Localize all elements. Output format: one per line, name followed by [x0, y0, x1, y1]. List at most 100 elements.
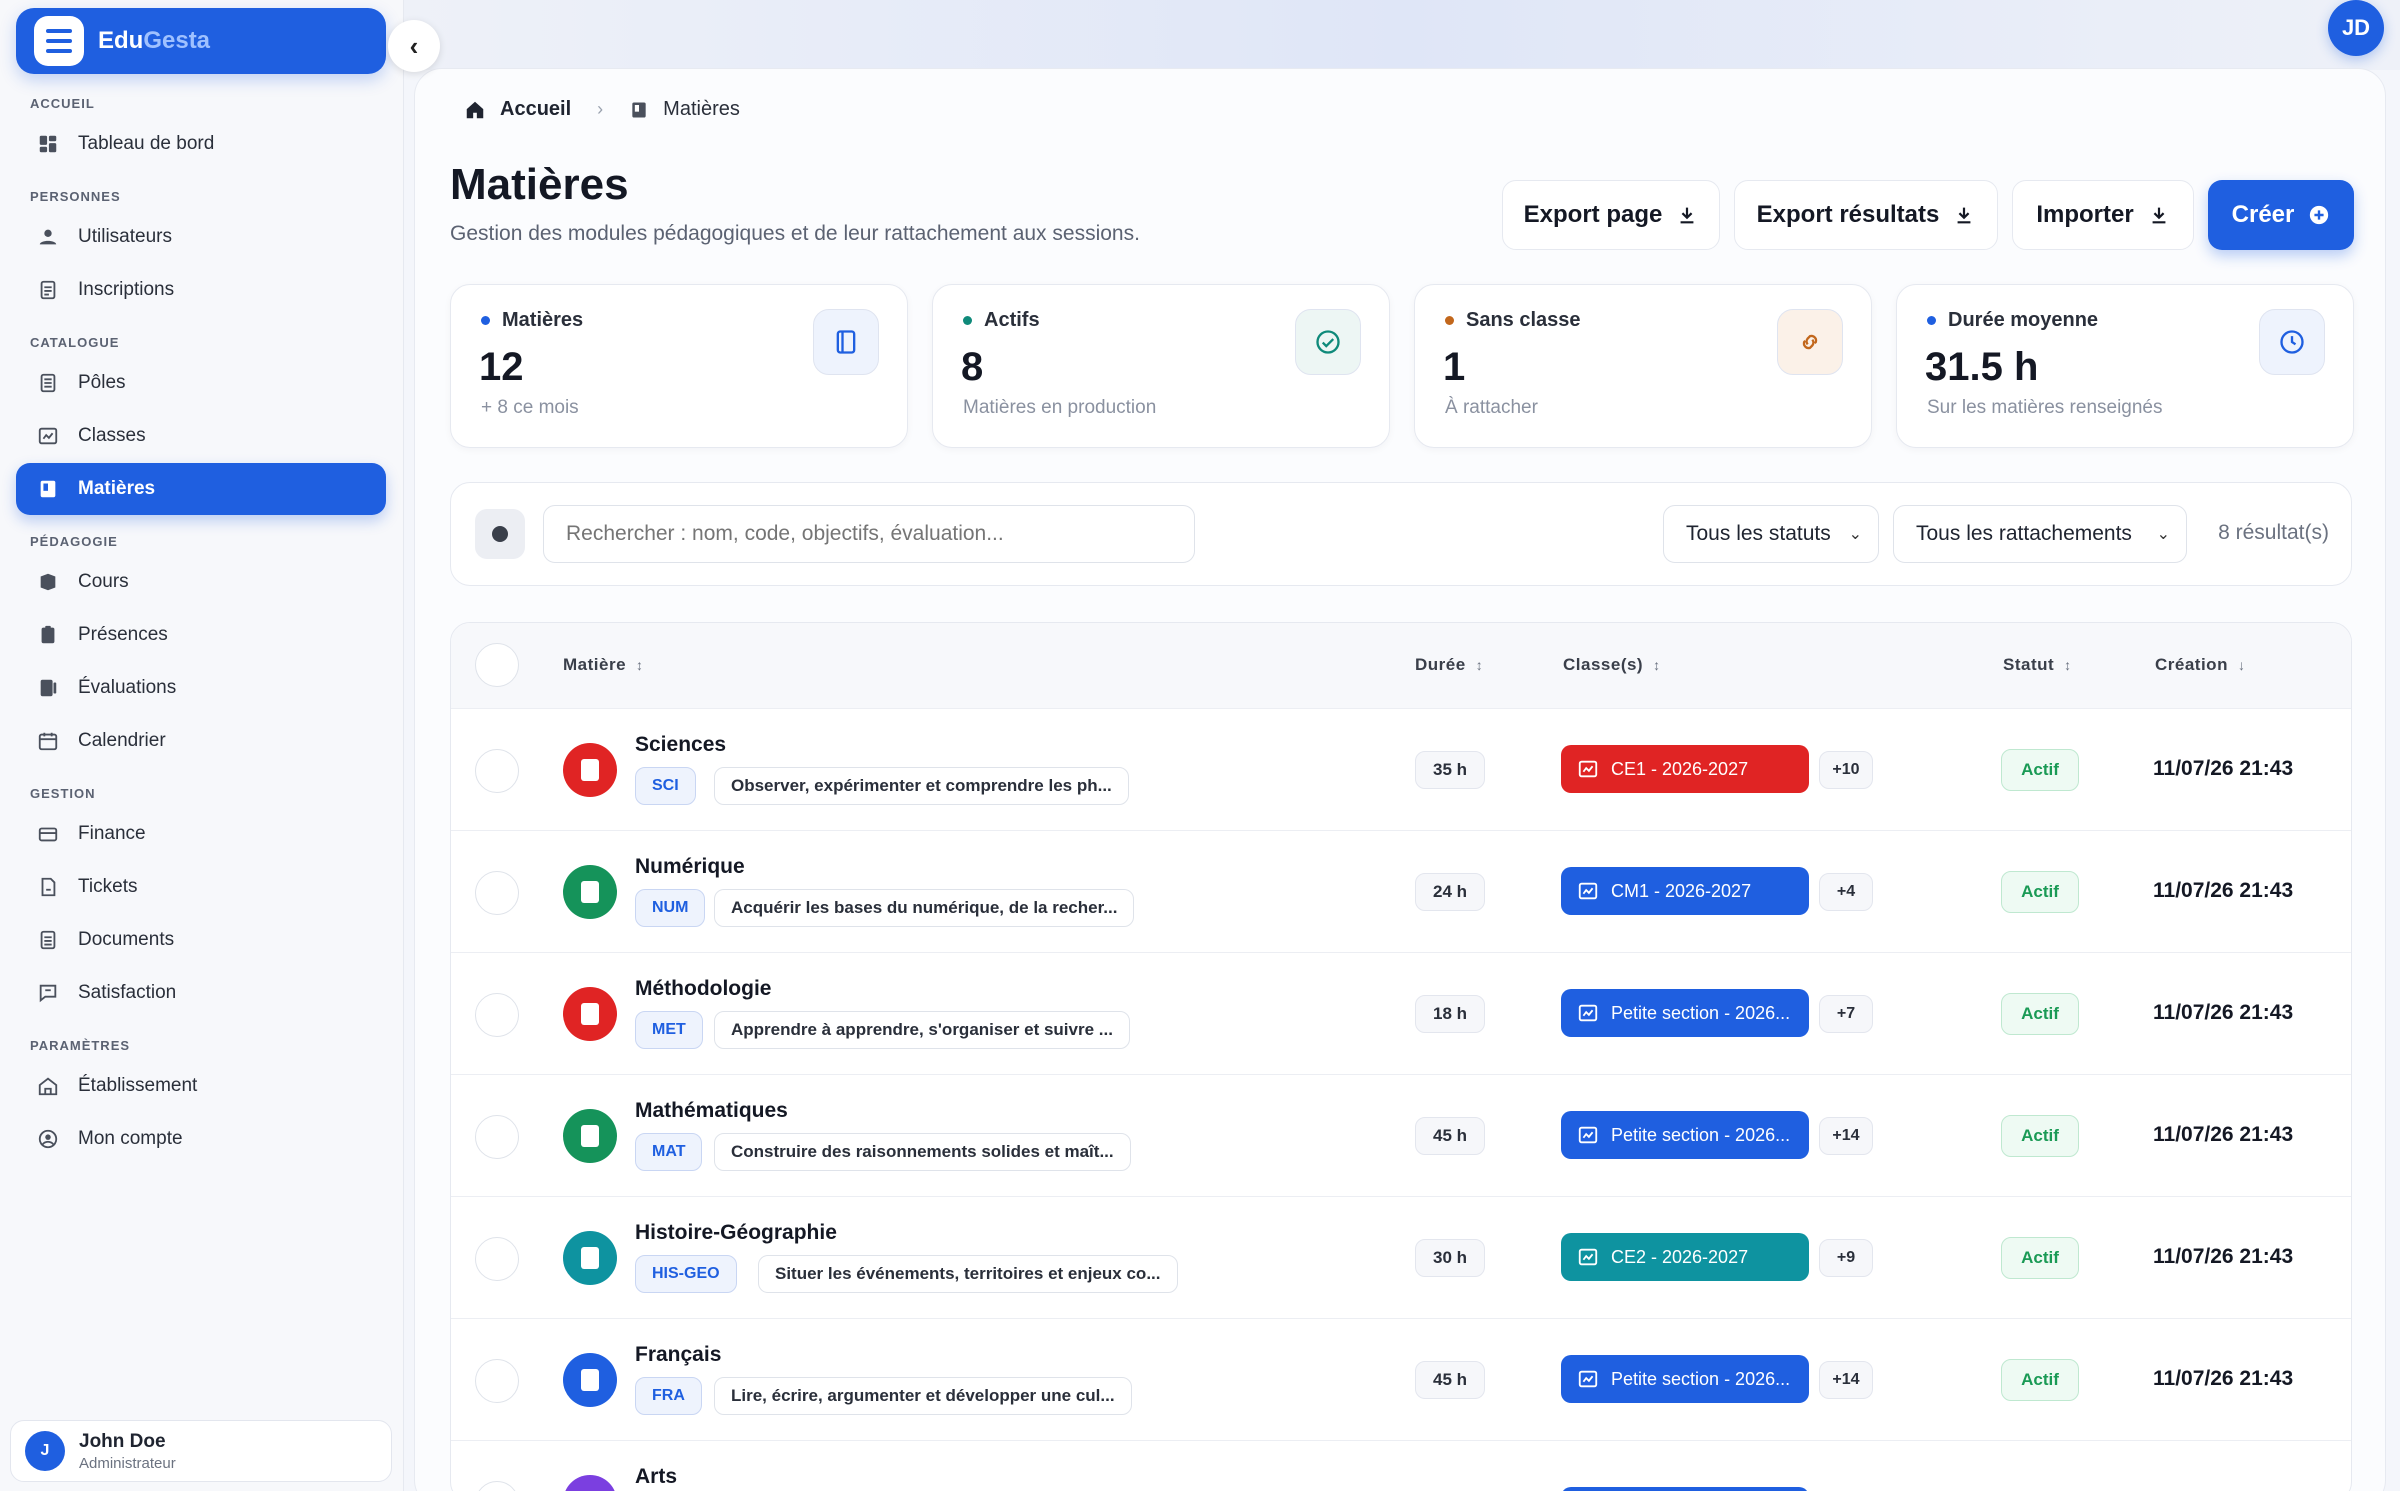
row-checkbox[interactable]	[475, 993, 519, 1037]
class-label: CE2 - 2026-2027	[1611, 1246, 1749, 1267]
subject-name[interactable]: Français	[635, 1343, 721, 1367]
class-label: Petite section - 2026...	[1611, 1368, 1791, 1389]
book-icon	[581, 1247, 599, 1269]
sidebar-item-building[interactable]: Établissement	[16, 1060, 386, 1112]
status-dot	[1927, 316, 1936, 325]
more-classes-badge[interactable]: +14	[1819, 1361, 1873, 1399]
breadcrumb-home[interactable]: Accueil	[500, 98, 571, 121]
class-icon	[1578, 1370, 1598, 1388]
class-icon	[1578, 882, 1598, 900]
table-row[interactable]: Français FRA Lire, écrire, argumenter et …	[451, 1319, 2351, 1441]
status-dot	[481, 316, 490, 325]
sidebar-item-users[interactable]: Utilisateurs	[16, 211, 386, 263]
row-checkbox[interactable]	[475, 1359, 519, 1403]
import-button[interactable]: Importer	[2012, 180, 2194, 250]
brand-logo-icon	[34, 16, 84, 66]
more-classes-badge[interactable]: +14	[1819, 1117, 1873, 1155]
dot-icon	[492, 526, 508, 542]
sidebar-item-ticket[interactable]: Tickets	[16, 861, 386, 913]
more-classes-badge[interactable]: +4	[1819, 873, 1873, 911]
subject-name[interactable]: Mathématiques	[635, 1099, 788, 1123]
sidebar-item-book[interactable]: Matières	[16, 463, 386, 515]
book-icon	[581, 1369, 599, 1391]
sidebar-item-clipboard[interactable]: Présences	[16, 609, 386, 661]
sidebar-item-course[interactable]: Cours	[16, 556, 386, 608]
dashboard-icon	[36, 132, 60, 156]
sidebar-item-label: Évaluations	[78, 677, 177, 698]
nav-section-title: CATALOGUE	[30, 335, 120, 350]
book-icon	[813, 309, 879, 375]
sidebar-item-class[interactable]: Classes	[16, 410, 386, 462]
row-checkbox[interactable]	[475, 1115, 519, 1159]
sidebar-item-dashboard[interactable]: Tableau de bord	[16, 118, 386, 170]
sidebar-item-card[interactable]: Finance	[16, 808, 386, 860]
sidebar-item-label: Cours	[78, 571, 129, 592]
document-icon	[36, 928, 60, 952]
attachment-select[interactable]: Tous les rattachements ⌄	[1893, 505, 2187, 563]
collapse-sidebar-button[interactable]: ‹	[388, 20, 440, 72]
subject-name[interactable]: Numérique	[635, 855, 745, 879]
page-subtitle: Gestion des modules pédagogiques et de l…	[450, 222, 1140, 245]
header-duration[interactable]: Durée ↕	[1415, 655, 1483, 675]
class-badge[interactable]: Petite section - 2026...	[1561, 989, 1809, 1037]
stat-value: 1	[1443, 345, 1466, 389]
class-badge[interactable]: CE1 - 2026-2027	[1561, 745, 1809, 793]
sidebar-item-message[interactable]: Satisfaction	[16, 967, 386, 1019]
row-checkbox[interactable]	[475, 871, 519, 915]
sidebar-item-account[interactable]: Mon compte	[16, 1113, 386, 1165]
book-icon	[581, 759, 599, 781]
search-input[interactable]	[543, 505, 1195, 563]
more-classes-badge[interactable]: +9	[1819, 1239, 1873, 1277]
export-page-button[interactable]: Export page	[1502, 180, 1720, 250]
header-status[interactable]: Statut ↕	[2003, 655, 2072, 675]
table-row[interactable]: Numérique NUM Acquérir les bases du numér…	[451, 831, 2351, 953]
row-checkbox[interactable]	[475, 749, 519, 793]
book-icon	[581, 881, 599, 903]
result-count: 8 résultat(s)	[2218, 521, 2329, 544]
top-avatar[interactable]: JD	[2328, 0, 2384, 56]
row-checkbox[interactable]	[475, 1481, 519, 1491]
book-icon	[632, 102, 646, 117]
created-date: 11/07/26 21:43	[2153, 757, 2294, 780]
class-badge[interactable]: CE2 - 2026-2027	[1561, 1233, 1809, 1281]
table-row[interactable]: Sciences SCI Observer, expérimenter et co…	[451, 709, 2351, 831]
sort-icon: ↕	[1653, 657, 1661, 673]
file-icon	[36, 278, 60, 302]
ticket-icon	[36, 875, 60, 899]
stat-label: Sans classe	[1466, 309, 1581, 331]
stat-subtext: À rattacher	[1445, 397, 1538, 418]
subject-book-icon	[563, 1353, 617, 1407]
class-badge[interactable]: Petite section - 2026...	[1561, 1111, 1809, 1159]
header-created[interactable]: Création ↓	[2155, 655, 2245, 675]
class-badge[interactable]: Petite section - 2026...	[1561, 1355, 1809, 1403]
subject-name[interactable]: Arts	[635, 1465, 677, 1489]
status-select[interactable]: Tous les statuts ⌄	[1663, 505, 1879, 563]
header-subject[interactable]: Matière ↕	[563, 655, 644, 675]
select-all-checkbox[interactable]	[475, 643, 519, 687]
user-card[interactable]: J John Doe Administrateur	[10, 1420, 392, 1482]
brand-logo-button[interactable]: EduGesta	[16, 8, 386, 74]
table-row[interactable]: Arts	[451, 1441, 2351, 1491]
table-row[interactable]: Mathématiques MAT Construire des raisonne…	[451, 1075, 2351, 1197]
subject-name[interactable]: Histoire-Géographie	[635, 1221, 837, 1245]
avatar: J	[25, 1431, 65, 1471]
class-badge[interactable]: CM1 - 2026-2027	[1561, 867, 1809, 915]
more-classes-badge[interactable]: +10	[1819, 751, 1873, 789]
sidebar-item-evaluation[interactable]: Évaluations	[16, 662, 386, 714]
table-row[interactable]: Méthodologie MET Apprendre à apprendre, s…	[451, 953, 2351, 1075]
sidebar-item-document[interactable]: Documents	[16, 914, 386, 966]
create-button[interactable]: Créer	[2208, 180, 2354, 250]
export-results-button[interactable]: Export résultats	[1734, 180, 1998, 250]
sort-icon: ↕	[636, 657, 644, 673]
class-badge[interactable]	[1561, 1487, 1809, 1491]
filter-toggle-button[interactable]	[475, 509, 525, 559]
subject-name[interactable]: Méthodologie	[635, 977, 771, 1001]
table-row[interactable]: Histoire-Géographie HIS-GEO Situer les év…	[451, 1197, 2351, 1319]
sidebar-item-file[interactable]: Inscriptions	[16, 264, 386, 316]
more-classes-badge[interactable]: +7	[1819, 995, 1873, 1033]
header-classes[interactable]: Classe(s) ↕	[1563, 655, 1661, 675]
sidebar-item-list[interactable]: Pôles	[16, 357, 386, 409]
sidebar-item-calendar[interactable]: Calendrier	[16, 715, 386, 767]
subject-name[interactable]: Sciences	[635, 733, 726, 757]
row-checkbox[interactable]	[475, 1237, 519, 1281]
